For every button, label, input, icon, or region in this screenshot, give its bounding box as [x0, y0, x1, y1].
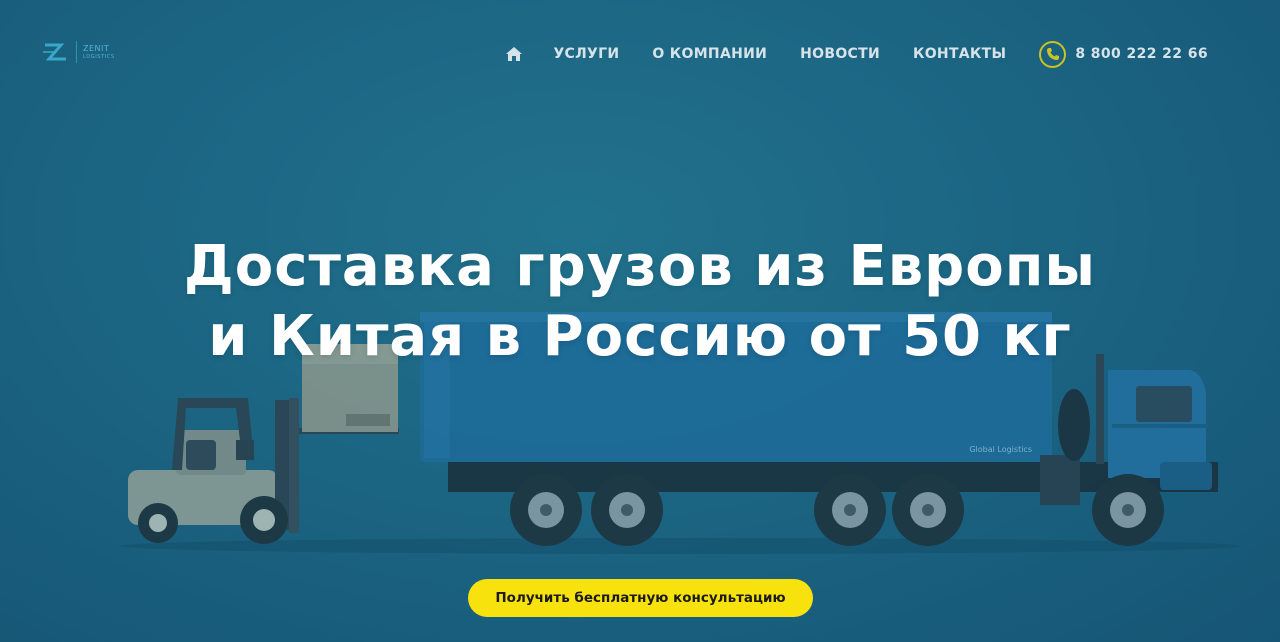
hero-title-line-2: и Китая в Россию от 50 кг [208, 304, 1072, 369]
hero-title: Доставка грузов из Европы и Китая в Росс… [0, 232, 1280, 372]
free-consultation-button[interactable]: Получить бесплатную консультацию [468, 579, 813, 617]
hero-title-line-1: Доставка грузов из Европы [183, 234, 1097, 299]
